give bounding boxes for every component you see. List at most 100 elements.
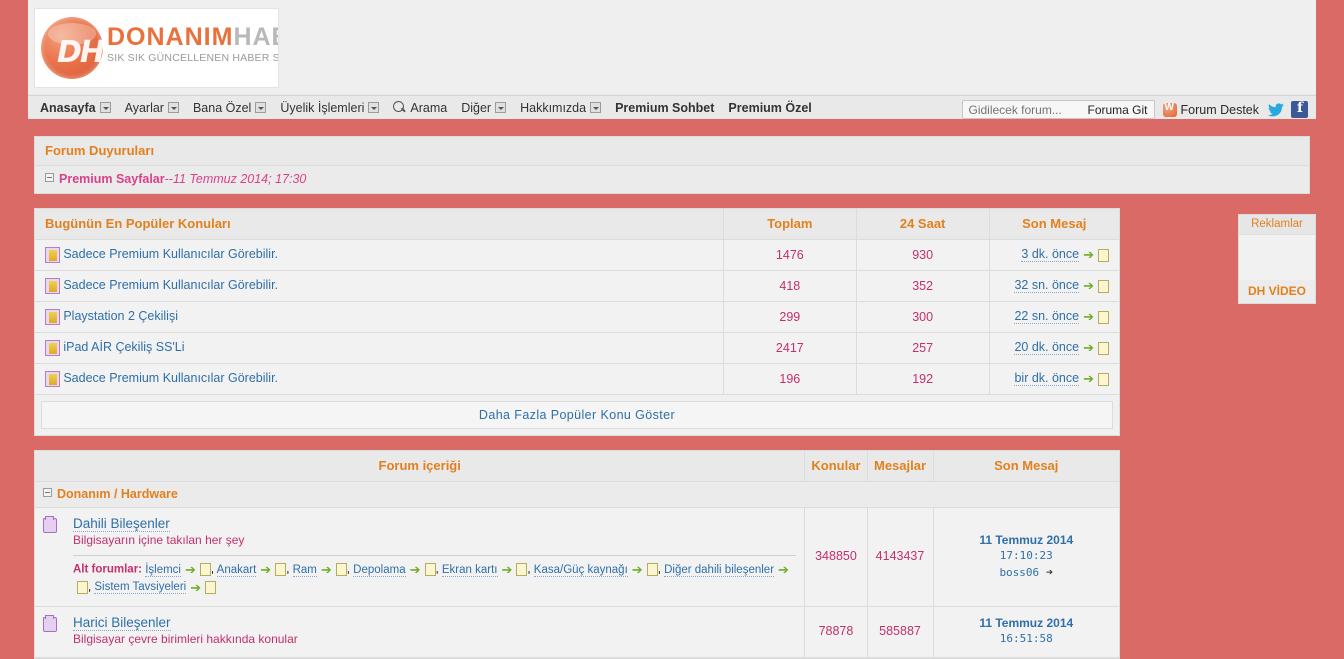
last-post-icon[interactable]: [646, 563, 658, 576]
goto-arrow-icon[interactable]: ➔: [502, 561, 513, 578]
subforum-link-ram[interactable]: Ram: [292, 563, 317, 577]
popular-last-cell[interactable]: 32 sn. önce ➔: [988, 270, 1119, 302]
forum-info-cell[interactable]: Dahili Bileşenler Bilgisayarın içine tak…: [35, 507, 805, 608]
popular-title-cell[interactable]: Playstation 2 Çekilişi: [35, 301, 724, 333]
nav-item-anasayfa[interactable]: Anasayfa: [40, 101, 111, 115]
goto-arrow-icon[interactable]: ➔: [190, 579, 201, 596]
last-post-icon[interactable]: [516, 563, 528, 576]
goto-arrow-icon[interactable]: ➔: [778, 561, 789, 578]
goto-arrow-icon[interactable]: ➔: [1083, 309, 1094, 325]
goto-arrow-icon[interactable]: ➔: [260, 561, 271, 578]
popular-last-link[interactable]: 22 sn. önce: [1014, 309, 1080, 325]
popular-last-cell[interactable]: 3 dk. önce ➔: [988, 239, 1119, 271]
forum-last-post-cell[interactable]: 11 Temmuz 2014 16:51:58: [932, 606, 1119, 659]
collapse-icon[interactable]: [45, 173, 54, 182]
popular-last-cell[interactable]: 20 dk. önce ➔: [988, 332, 1119, 364]
nav-item-hakkimizda[interactable]: Hakkımızda: [520, 101, 602, 115]
popular-topic-link[interactable]: iPad AİR Çekiliş SS'Li: [63, 340, 184, 354]
forum-link[interactable]: Harici Bileşenler: [73, 615, 171, 632]
forum-jump-input[interactable]: [963, 101, 1082, 118]
chevron-down-icon[interactable]: [255, 102, 267, 113]
table-row[interactable]: Sadece Premium Kullanıcılar Görebilir. 1…: [35, 239, 1119, 271]
popular-last-link[interactable]: 32 sn. önce: [1014, 278, 1080, 294]
nav-item-premium-ozel[interactable]: Premium Özel: [728, 101, 811, 115]
last-post-icon[interactable]: [1098, 248, 1109, 262]
last-post-icon[interactable]: [205, 580, 217, 594]
popular-title-cell[interactable]: Sadece Premium Kullanıcılar Görebilir.: [35, 270, 724, 302]
forum-link[interactable]: Dahili Bileşenler: [73, 516, 170, 532]
last-post-icon[interactable]: [199, 563, 211, 576]
collapse-icon[interactable]: [43, 488, 52, 497]
category-cell[interactable]: Donanım / Hardware: [35, 481, 1119, 508]
chevron-down-icon[interactable]: [99, 102, 111, 113]
twitter-icon[interactable]: [1267, 102, 1285, 117]
goto-arrow-icon[interactable]: ➔: [410, 561, 421, 578]
goto-arrow-icon[interactable]: ➔: [1083, 247, 1094, 263]
popular-title-cell[interactable]: iPad AİR Çekiliş SS'Li: [35, 332, 724, 364]
subforum-link-depolama[interactable]: Depolama: [353, 563, 406, 577]
last-post-icon[interactable]: [1098, 279, 1109, 293]
subforum-link-ekran-karti[interactable]: Ekran kartı: [441, 563, 498, 577]
popular-last-link[interactable]: 3 dk. önce: [1021, 247, 1080, 263]
table-row[interactable]: Harici Bileşenler Bilgisayar çevre birim…: [35, 606, 1119, 659]
subforum-link-islemci[interactable]: İşlemci: [145, 563, 181, 577]
subforum-link-kasa-guc[interactable]: Kasa/Güç kaynağı: [533, 563, 628, 577]
category-name[interactable]: Donanım / Hardware: [57, 487, 178, 501]
last-post-icon[interactable]: [424, 563, 436, 576]
popular-last-link[interactable]: 20 dk. önce: [1014, 340, 1080, 356]
popular-last-cell[interactable]: bir dk. önce ➔: [988, 363, 1119, 395]
category-row[interactable]: Donanım / Hardware: [35, 481, 1119, 508]
last-post-icon[interactable]: [1098, 372, 1109, 386]
last-post-username[interactable]: boss06: [999, 566, 1039, 579]
chevron-down-icon[interactable]: [495, 102, 507, 113]
popular-last-cell[interactable]: 22 sn. önce ➔: [988, 301, 1119, 333]
forum-jump-box[interactable]: Foruma Git: [962, 100, 1155, 119]
goto-arrow-icon[interactable]: ➔: [1083, 278, 1094, 294]
popular-topic-link[interactable]: Sadece Premium Kullanıcılar Görebilir.: [63, 278, 278, 292]
chevron-down-icon[interactable]: [368, 102, 380, 113]
last-post-icon[interactable]: [1098, 310, 1109, 324]
goto-arrow-icon[interactable]: ➔: [632, 561, 643, 578]
nav-item-bana-ozel[interactable]: Bana Özel: [193, 101, 267, 115]
facebook-icon[interactable]: [1291, 100, 1308, 118]
popular-last-link[interactable]: bir dk. önce: [1014, 371, 1080, 387]
last-post-icon[interactable]: [275, 563, 287, 576]
goto-arrow-icon[interactable]: ➔: [321, 561, 332, 578]
popular-topic-link[interactable]: Sadece Premium Kullanıcılar Görebilir.: [63, 371, 278, 385]
popular-topic-link[interactable]: Sadece Premium Kullanıcılar Görebilir.: [63, 247, 278, 261]
announcement-item[interactable]: Premium Sayfalar--11 Temmuz 2014; 17:30: [35, 166, 1309, 193]
chevron-down-icon[interactable]: [167, 102, 179, 113]
popular-title-cell[interactable]: Sadece Premium Kullanıcılar Görebilir.: [35, 363, 724, 395]
show-more-popular-row[interactable]: Daha Fazla Popüler Konu Göster: [41, 401, 1113, 429]
last-post-icon[interactable]: [335, 563, 347, 576]
nav-item-uyelik-islemleri[interactable]: Üyelik İşlemleri: [280, 101, 380, 115]
goto-arrow-icon[interactable]: ➔: [1083, 340, 1094, 356]
ads-slot[interactable]: [1239, 234, 1315, 280]
table-row[interactable]: iPad AİR Çekiliş SS'Li 2417 257 20 dk. ö…: [35, 332, 1119, 364]
popular-title-cell[interactable]: Sadece Premium Kullanıcılar Görebilir.: [35, 239, 724, 271]
nav-item-premium-sohbet[interactable]: Premium Sohbet: [615, 101, 714, 115]
goto-arrow-icon[interactable]: ➔: [185, 561, 196, 578]
nav-item-diger[interactable]: Diğer: [461, 101, 507, 115]
show-more-popular-link[interactable]: Daha Fazla Popüler Konu Göster: [479, 408, 675, 422]
subforum-link-sistem-tavsiyeleri[interactable]: Sistem Tavsiyeleri: [94, 581, 187, 595]
nav-item-ayarlar[interactable]: Ayarlar: [125, 101, 179, 115]
popular-topic-link[interactable]: Playstation 2 Çekilişi: [63, 309, 178, 323]
last-post-icon[interactable]: [1098, 341, 1109, 355]
nav-item-arama[interactable]: Arama: [393, 101, 447, 115]
dh-video-label[interactable]: DH VİDEO: [1239, 280, 1315, 303]
last-post-user[interactable]: boss06 ➔: [942, 564, 1112, 581]
table-row[interactable]: Sadece Premium Kullanıcılar Görebilir. 4…: [35, 270, 1119, 302]
subforum-link-anakart[interactable]: Anakart: [216, 563, 257, 577]
subforum-link-diger-dahili[interactable]: Diğer dahili bileşenler: [664, 563, 775, 577]
last-post-icon[interactable]: [77, 580, 88, 594]
forum-info-cell[interactable]: Harici Bileşenler Bilgisayar çevre birim…: [35, 606, 805, 659]
forum-last-post-cell[interactable]: 11 Temmuz 2014 17:10:23 boss06 ➔: [932, 507, 1119, 608]
forum-jump-button[interactable]: Foruma Git: [1081, 103, 1153, 117]
chevron-down-icon[interactable]: [590, 102, 602, 113]
goto-arrow-icon[interactable]: ➔: [1046, 565, 1053, 579]
goto-arrow-icon[interactable]: ➔: [1083, 371, 1094, 387]
table-row[interactable]: Playstation 2 Çekilişi 299 300 22 sn. ön…: [35, 301, 1119, 333]
forum-support-link[interactable]: Forum Destek: [1162, 102, 1259, 117]
table-row[interactable]: Sadece Premium Kullanıcılar Görebilir. 1…: [35, 363, 1119, 395]
